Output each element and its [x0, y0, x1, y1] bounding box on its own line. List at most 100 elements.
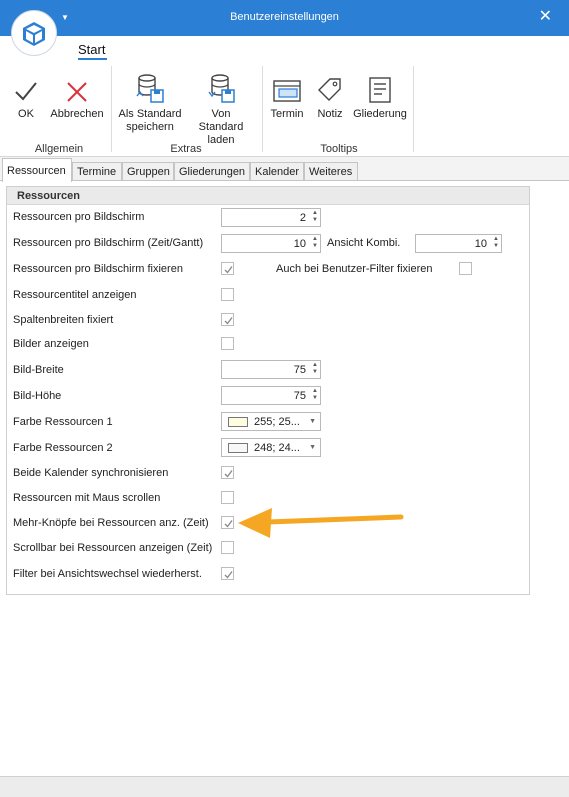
database-load-icon [208, 74, 235, 103]
title-bar: ▼ Benutzereinstellungen ✕ [0, 0, 569, 36]
label-farbe-ressourcen-1: Farbe Ressourcen 1 [13, 416, 113, 428]
spinner-value: 2 [299, 212, 306, 224]
load-from-default-label: Von Standard laden [198, 108, 244, 146]
group-separator [111, 66, 112, 152]
mehr-knoepfe-checkbox[interactable] [221, 516, 234, 529]
spinner-value: 75 [293, 364, 306, 376]
tooltip-termin-button[interactable]: Termin [268, 68, 306, 121]
label-spaltenbreiten-fixiert: Spaltenbreiten fixiert [13, 314, 114, 326]
label-bild-hoehe: Bild-Höhe [13, 390, 62, 402]
ansicht-kombi-spinner[interactable]: 10 ▲ ▼ [415, 234, 502, 253]
spaltenbreiten-fixiert-checkbox[interactable] [221, 313, 234, 326]
close-button[interactable]: ✕ [539, 9, 552, 25]
group-label-tooltips: Tooltips [320, 143, 358, 155]
label-maus-scrollen: Ressourcen mit Maus scrollen [13, 492, 161, 504]
annotation-arrow-icon [238, 508, 404, 538]
note-tag-icon [318, 78, 341, 101]
dropdown-arrow-icon[interactable]: ▼ [309, 444, 316, 451]
ressourcen-zeit-gantt-spinner[interactable]: 10 ▲ ▼ [221, 234, 321, 253]
label-ressourcen-pro-bildschirm: Ressourcen pro Bildschirm [13, 211, 145, 223]
label-bild-breite: Bild-Breite [13, 364, 64, 376]
tab-gliederungen[interactable]: Gliederungen [174, 162, 250, 181]
spin-arrows-icon[interactable]: ▲ ▼ [493, 236, 499, 250]
ressourcentitel-anzeigen-checkbox[interactable] [221, 288, 234, 301]
group-separator [413, 66, 414, 152]
ribbon: OK Abbrechen Allgemein Als Standard spei… [0, 60, 569, 157]
label-ressourcentitel-anzeigen: Ressourcentitel anzeigen [13, 289, 137, 301]
outline-icon [369, 77, 391, 103]
spinner-value: 10 [474, 238, 487, 250]
label-ressourcen-fixieren: Ressourcen pro Bildschirm fixieren [13, 263, 183, 275]
label-scrollbar-anzeigen: Scrollbar bei Ressourcen anzeigen (Zeit) [13, 542, 213, 554]
ribbon-tab-strip: Start [0, 36, 569, 60]
window-title: Benutzereinstellungen [230, 11, 339, 23]
ribbon-tab-start[interactable]: Start [78, 42, 105, 57]
ressourcen-fixieren-checkbox[interactable] [221, 262, 234, 275]
group-separator [262, 66, 263, 152]
tooltip-gliederung-button[interactable]: Gliederung [352, 68, 408, 121]
maus-scrollen-checkbox[interactable] [221, 491, 234, 504]
spin-arrows-icon[interactable]: ▲ ▼ [312, 388, 318, 402]
label-ressourcen-zeit-gantt: Ressourcen pro Bildschirm (Zeit/Gantt) [13, 237, 204, 249]
check-icon [224, 317, 233, 325]
tooltip-notiz-label: Notiz [317, 108, 343, 120]
save-as-default-button[interactable]: Als Standard speichern [116, 68, 184, 134]
check-icon [224, 571, 233, 579]
group-header: Ressourcen [7, 187, 529, 205]
tab-gruppen[interactable]: Gruppen [122, 162, 174, 181]
dropdown-arrow-icon[interactable]: ▼ [309, 418, 316, 425]
spin-arrows-icon[interactable]: ▲ ▼ [312, 362, 318, 376]
label-filter-wiederherstellen: Filter bei Ansichtswechsel wiederherst. [13, 568, 202, 580]
tab-kalender[interactable]: Kalender [250, 162, 304, 181]
farbe-ressourcen-2-picker[interactable]: 248; 24... ▼ [221, 438, 321, 457]
bild-hoehe-spinner[interactable]: 75 ▲ ▼ [221, 386, 321, 405]
database-save-icon [136, 74, 164, 103]
kalender-synchronisieren-checkbox[interactable] [221, 466, 234, 479]
appointment-icon [273, 80, 301, 102]
cancel-label: Abbrechen [50, 108, 104, 120]
bilder-anzeigen-checkbox[interactable] [221, 337, 234, 350]
group-title: Ressourcen [17, 190, 80, 202]
spinner-value: 10 [293, 238, 306, 250]
bild-breite-spinner[interactable]: 75 ▲ ▼ [221, 360, 321, 379]
app-logo-icon[interactable] [11, 10, 57, 56]
cancel-button[interactable]: Abbrechen [48, 68, 106, 121]
label-bilder-anzeigen: Bilder anzeigen [13, 338, 89, 350]
spinner-value: 75 [293, 390, 306, 402]
check-icon [224, 470, 233, 478]
load-from-default-button[interactable]: Von Standard laden [186, 68, 256, 147]
tooltip-termin-label: Termin [270, 108, 304, 120]
color-swatch [228, 443, 248, 453]
color-value: 255; 25... [254, 416, 300, 428]
check-icon [224, 520, 233, 528]
scrollbar-anzeigen-checkbox[interactable] [221, 541, 234, 554]
color-value: 248; 24... [254, 442, 300, 454]
label-ansicht-kombi: Ansicht Kombi. [327, 237, 401, 249]
label-benutzer-filter-fixieren: Auch bei Benutzer-Filter fixieren [276, 263, 433, 275]
label-kalender-synchronisieren: Beide Kalender synchronisieren [13, 467, 169, 479]
label-mehr-knoepfe: Mehr-Knöpfe bei Ressourcen anz. (Zeit) [13, 517, 209, 529]
ok-label: OK [18, 108, 34, 120]
cancel-x-icon [67, 82, 87, 102]
tab-weiteres[interactable]: Weiteres [304, 162, 358, 181]
tab-termine[interactable]: Termine [72, 162, 122, 181]
settings-tabs: Ressourcen Termine Gruppen Gliederungen … [0, 157, 569, 182]
status-bar [0, 776, 569, 797]
spin-arrows-icon[interactable]: ▲ ▼ [312, 210, 318, 224]
checkmark-icon [15, 82, 37, 101]
ressourcen-pro-bildschirm-spinner[interactable]: 2 ▲ ▼ [221, 208, 321, 227]
farbe-ressourcen-1-picker[interactable]: 255; 25... ▼ [221, 412, 321, 431]
tab-ressourcen[interactable]: Ressourcen [2, 158, 72, 182]
check-icon [224, 266, 233, 274]
tooltip-gliederung-label: Gliederung [353, 108, 407, 120]
ok-button[interactable]: OK [10, 68, 42, 121]
group-label-allgemein: Allgemein [34, 143, 84, 155]
benutzer-filter-fixieren-checkbox[interactable] [459, 262, 472, 275]
color-swatch [228, 417, 248, 427]
tooltip-notiz-button[interactable]: Notiz [312, 68, 348, 121]
label-farbe-ressourcen-2: Farbe Ressourcen 2 [13, 442, 113, 454]
save-as-default-label: Als Standard speichern [118, 108, 182, 133]
filter-wiederherstellen-checkbox[interactable] [221, 567, 234, 580]
group-label-extras: Extras [170, 143, 202, 155]
spin-arrows-icon[interactable]: ▲ ▼ [312, 236, 318, 250]
